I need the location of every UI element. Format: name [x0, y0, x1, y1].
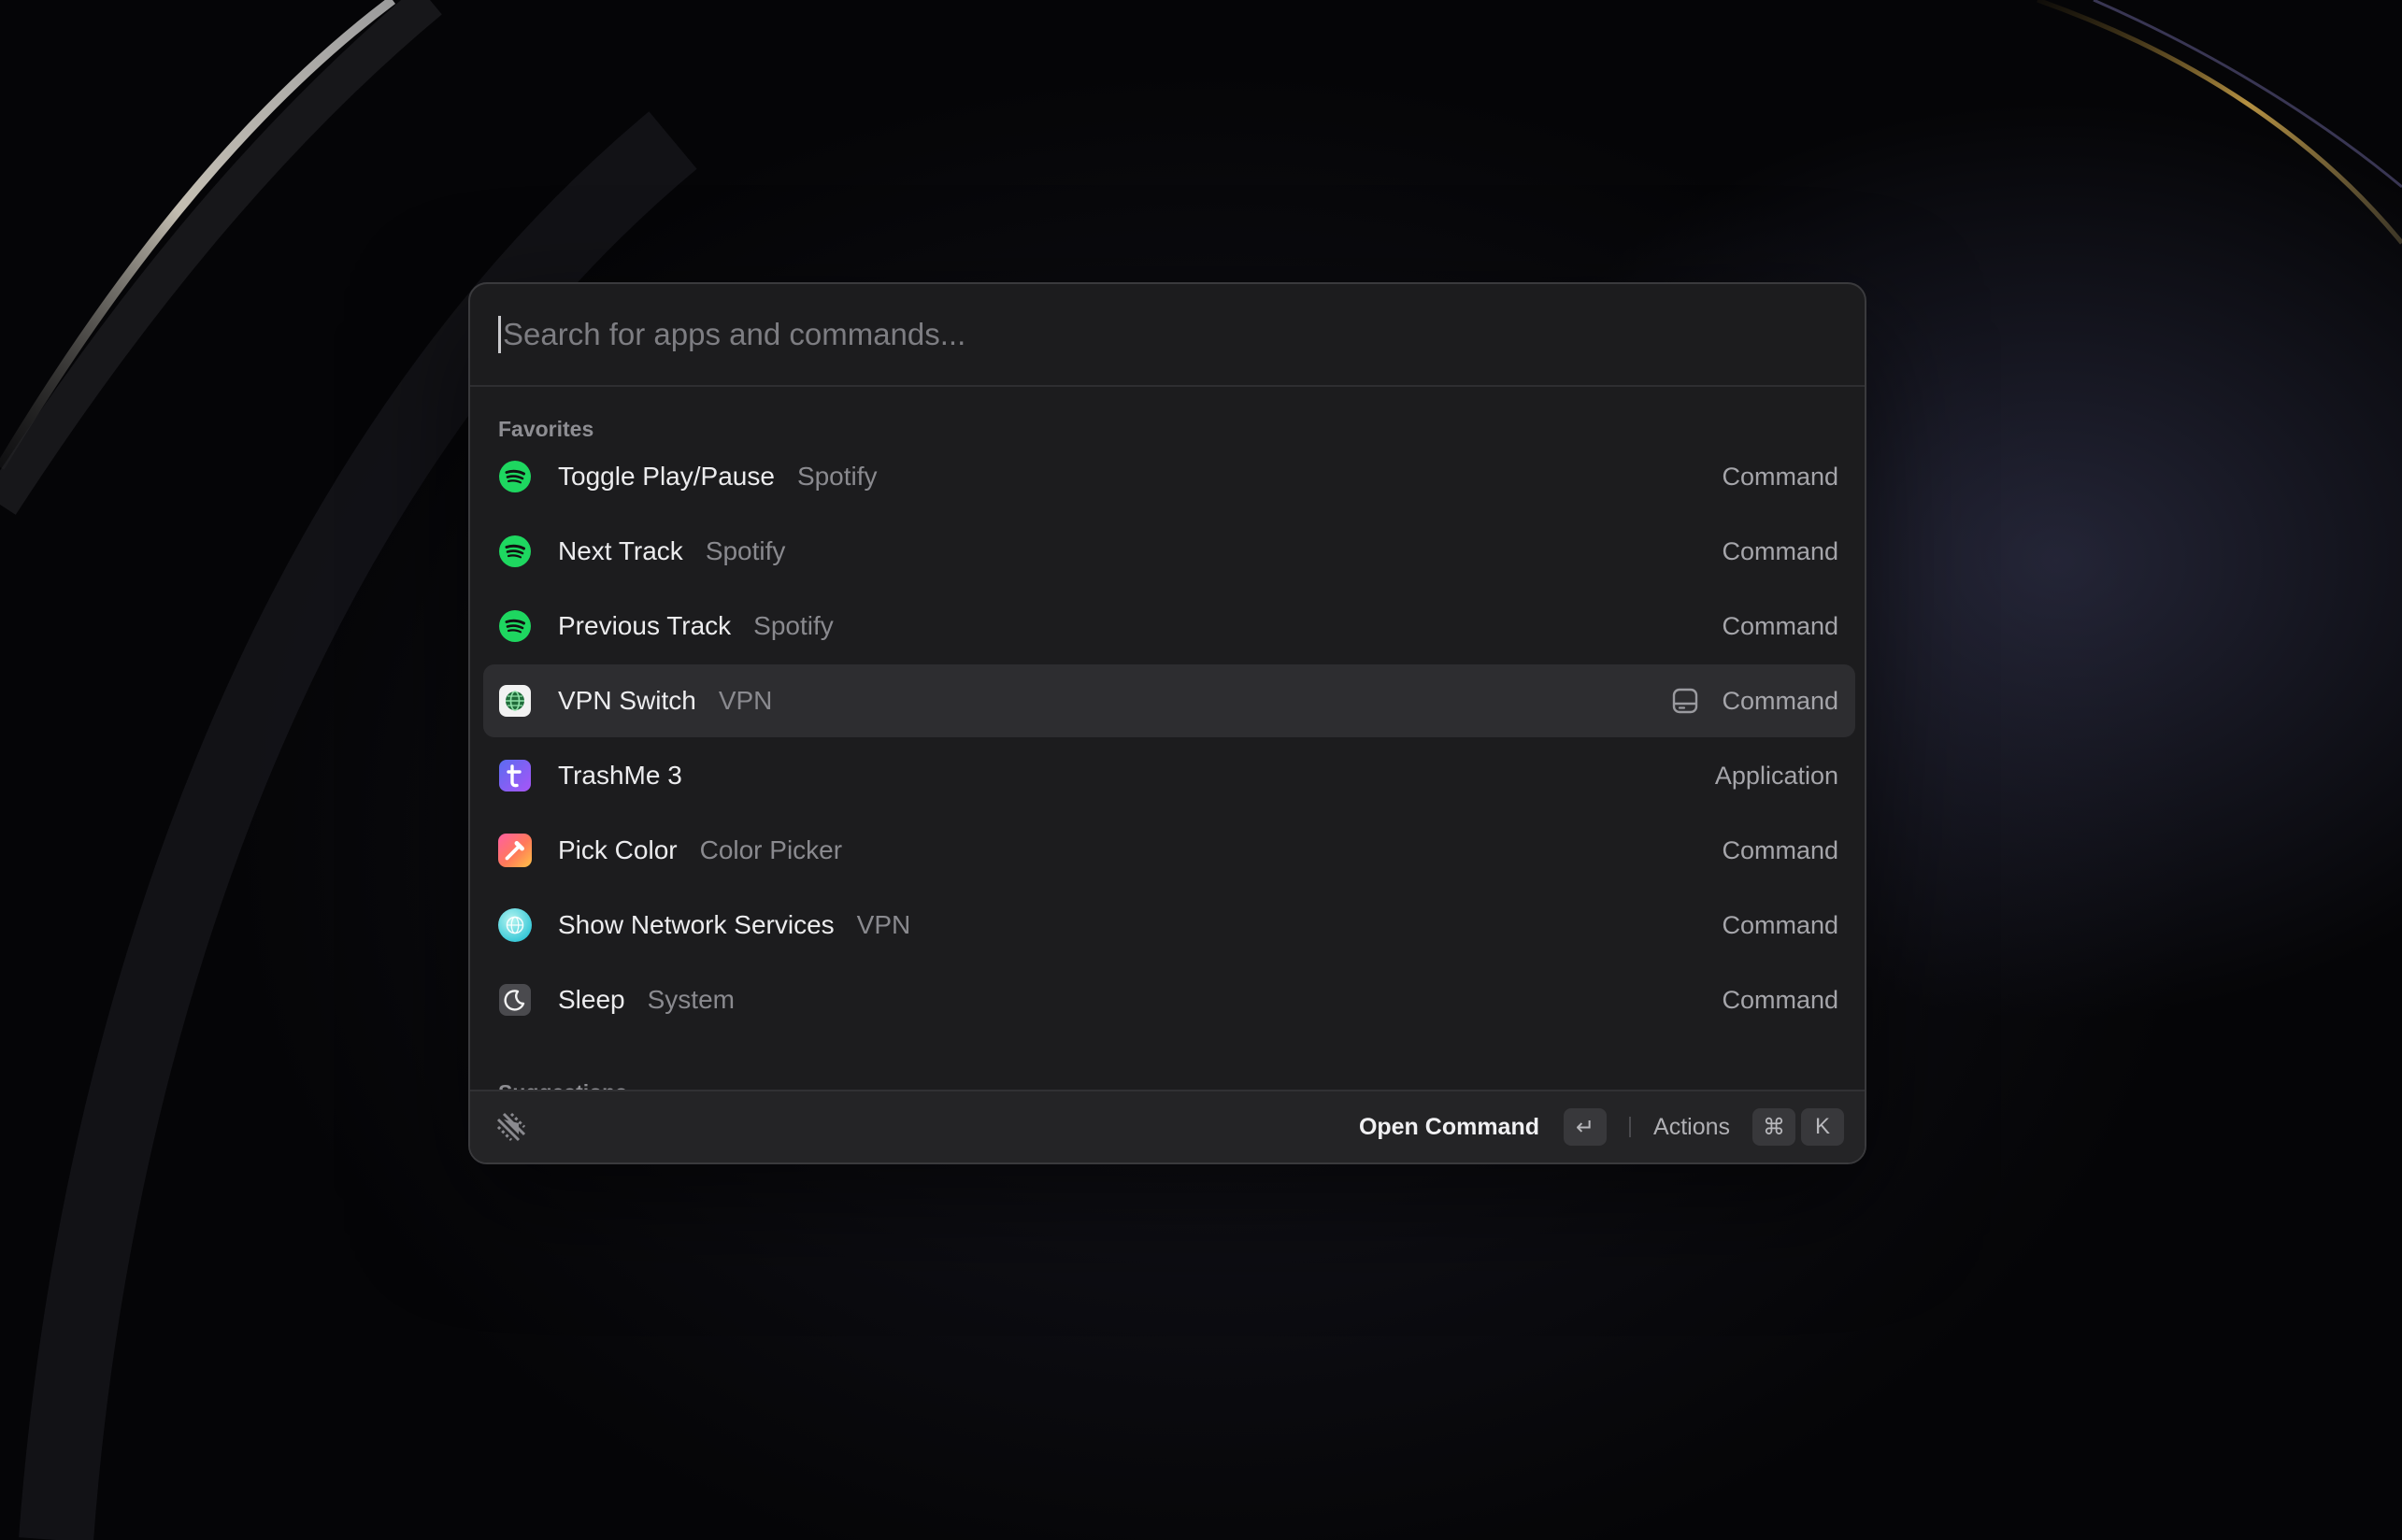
storage-icon	[1671, 687, 1699, 715]
spotify-icon	[498, 535, 532, 568]
network-globe-icon	[498, 908, 532, 942]
item-subtitle: System	[647, 985, 735, 1014]
text-caret	[498, 316, 501, 353]
item-subtitle: VPN	[856, 910, 911, 939]
item-type: Command	[1722, 910, 1838, 939]
k-key-hint: K	[1801, 1108, 1844, 1146]
item-title: Pick Color	[558, 835, 678, 864]
item-type: Command	[1722, 686, 1838, 715]
list-item-show-network-services[interactable]: Show Network Services VPN Command	[483, 889, 1855, 962]
item-title: TrashMe 3	[558, 761, 682, 790]
list-item-previous-track[interactable]: Previous Track Spotify Command	[483, 590, 1855, 663]
item-type: Command	[1722, 536, 1838, 565]
item-subtitle: Spotify	[796, 462, 878, 491]
enter-key-hint: ↵	[1564, 1108, 1608, 1146]
item-title: Show Network Services	[558, 910, 835, 939]
list-item-pick-color[interactable]: Pick Color Color Picker Command	[483, 814, 1855, 887]
footer-divider	[1629, 1117, 1632, 1137]
list-item-trashme[interactable]: TrashMe 3 Application	[483, 739, 1855, 812]
color-picker-icon	[498, 834, 532, 867]
item-type: Command	[1722, 462, 1838, 491]
moon-icon	[498, 983, 532, 1017]
search-input[interactable]	[503, 307, 1865, 363]
spotify-icon	[498, 609, 532, 643]
list-item-toggle-play-pause[interactable]: Toggle Play/Pause Spotify Command	[483, 440, 1855, 513]
trashme-icon	[498, 759, 532, 792]
vpn-globe-icon	[498, 684, 532, 718]
item-type: Application	[1714, 761, 1838, 790]
command-launcher-window: Favorites Toggle Play/Pause Spotify Comm…	[468, 282, 1866, 1164]
raycast-logo-icon[interactable]	[493, 1108, 530, 1146]
command-key-hint: ⌘	[1752, 1108, 1795, 1146]
item-title: VPN Switch	[558, 686, 696, 715]
list-item-vpn-switch[interactable]: VPN Switch VPN Command	[483, 664, 1855, 737]
results-list[interactable]: Favorites Toggle Play/Pause Spotify Comm…	[470, 387, 1865, 1093]
item-title: Previous Track	[558, 611, 732, 640]
spotify-icon	[498, 460, 532, 493]
item-title: Toggle Play/Pause	[558, 462, 775, 491]
item-type: Command	[1722, 985, 1838, 1014]
section-title-favorites: Favorites	[498, 417, 594, 441]
list-item-sleep[interactable]: Sleep System Command	[483, 963, 1855, 1036]
item-title: Sleep	[558, 985, 625, 1014]
item-subtitle: Spotify	[753, 611, 834, 640]
list-item-next-track[interactable]: Next Track Spotify Command	[483, 515, 1855, 588]
item-subtitle: VPN	[718, 686, 773, 715]
item-type: Command	[1722, 835, 1838, 864]
item-title: Next Track	[558, 536, 683, 565]
item-subtitle: Color Picker	[699, 835, 843, 864]
open-command-button[interactable]: Open Command	[1359, 1114, 1539, 1141]
item-type: Command	[1722, 611, 1838, 640]
item-subtitle: Spotify	[705, 536, 786, 565]
actions-button[interactable]: Actions	[1653, 1114, 1730, 1141]
action-bar: Open Command ↵ Actions ⌘ K	[470, 1090, 1865, 1162]
search-bar	[470, 284, 1865, 387]
